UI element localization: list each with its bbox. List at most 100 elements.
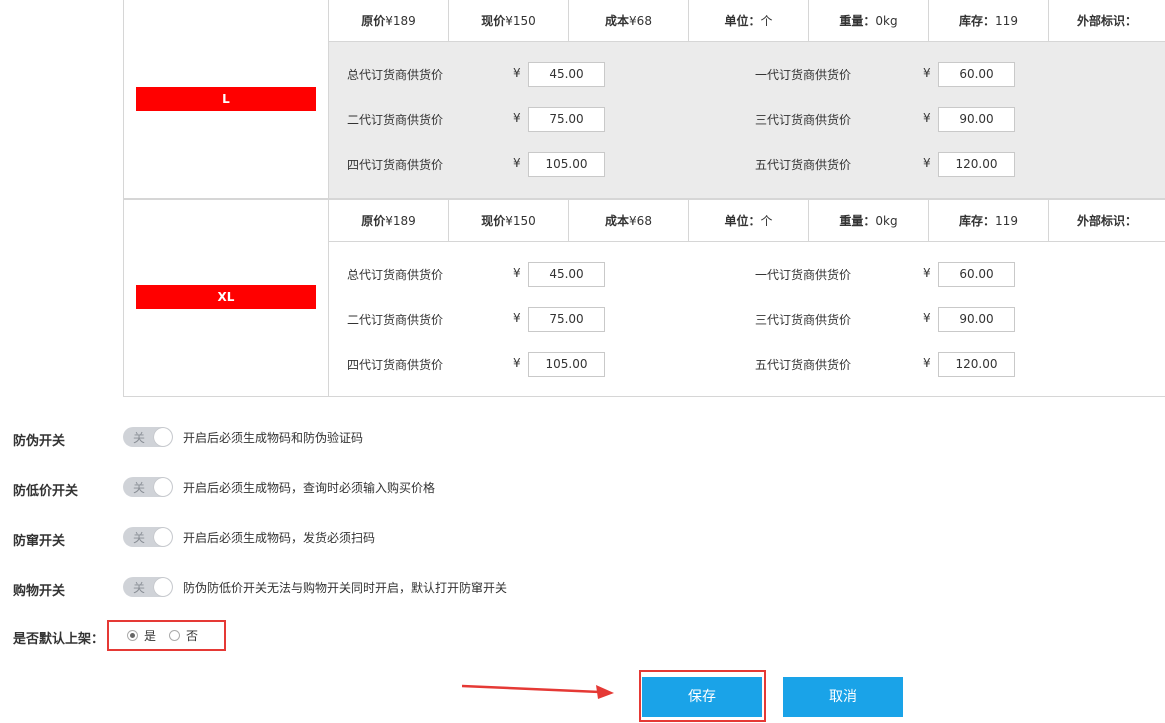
cost-value: ¥68 <box>629 13 652 28</box>
currency-symbol: ¥ <box>513 356 521 370</box>
cost-value: ¥68 <box>629 213 652 228</box>
stock-value: 119 <box>995 213 1018 228</box>
save-button[interactable]: 保存 <box>642 677 762 717</box>
current-price-cell: 现价 ¥150 <box>449 0 569 41</box>
sku-size-cell: XL <box>124 200 329 396</box>
sku-info-row: 原价 ¥189 现价 ¥150 成本 ¥68 单位：个 重量： 0kg 库存： 119 外… <box>329 0 1165 42</box>
switch-label: 购物开关 <box>13 584 66 599</box>
original-price-value: ¥189 <box>385 213 416 228</box>
unit-value: 个 <box>760 14 773 28</box>
original-price-value: ¥189 <box>385 13 416 28</box>
arrow-annotation-icon <box>462 684 614 699</box>
price-input[interactable]: 120.00 <box>938 152 1015 177</box>
current-price-cell: 现价 ¥150 <box>449 200 569 241</box>
stock-label: 库存： <box>959 14 996 28</box>
switch-label: 防窜开关 <box>13 534 66 549</box>
cost-cell: 成本 ¥68 <box>569 0 689 41</box>
currency-symbol: ¥ <box>513 66 521 80</box>
current-price-value: ¥150 <box>505 213 536 228</box>
price-row: 二代订货商供货价 ¥ 75.00 三代订货商供货价 ¥ 90.00 <box>329 307 1165 332</box>
switch-description: 防伪防低价开关无法与购物开关同时开启，默认打开防窜开关 <box>183 581 508 595</box>
radio-no[interactable] <box>169 630 180 641</box>
currency-symbol: ¥ <box>923 111 931 125</box>
toggle-state: 关 <box>133 481 146 495</box>
price-row: 总代订货商供货价 ¥ 45.00 一代订货商供货价 ¥ 60.00 <box>329 262 1165 287</box>
toggle-state: 关 <box>133 431 146 445</box>
price-label: 三代订货商供货价 <box>755 113 852 127</box>
shopping-toggle[interactable]: 关 <box>123 577 173 597</box>
cancel-button[interactable]: 取消 <box>783 677 903 717</box>
price-input[interactable]: 60.00 <box>938 62 1015 87</box>
sku-block-xl: XL 原价 ¥189 现价 ¥150 成本 ¥68 单位：个 重量： 0kg 库存： 11… <box>123 199 1165 397</box>
toggle-knob <box>154 428 172 446</box>
stock-cell: 库存： 119 <box>929 0 1049 41</box>
toggle-state: 关 <box>133 581 146 595</box>
supply-price-area: 总代订货商供货价 ¥ 45.00 一代订货商供货价 ¥ 60.00 二代订货商供… <box>329 42 1165 198</box>
anti-diversion-toggle[interactable]: 关 <box>123 527 173 547</box>
radio-yes[interactable] <box>127 630 138 641</box>
external-id-cell: 外部标识： <box>1049 200 1165 241</box>
price-input[interactable]: 90.00 <box>938 307 1015 332</box>
price-input[interactable]: 75.00 <box>528 107 605 132</box>
unit-label: 单位： <box>724 14 761 28</box>
price-input[interactable]: 105.00 <box>528 352 605 377</box>
switch-description: 开启后必须生成物码和防伪验证码 <box>183 431 364 445</box>
anti-low-price-toggle[interactable]: 关 <box>123 477 173 497</box>
original-price-label: 原价 <box>361 14 386 28</box>
original-price-label: 原价 <box>361 214 386 228</box>
price-input[interactable]: 105.00 <box>528 152 605 177</box>
unit-cell: 单位：个 <box>689 200 809 241</box>
switch-label: 防伪开关 <box>13 434 66 449</box>
toggle-knob <box>154 528 172 546</box>
size-tag: L <box>136 87 316 111</box>
unit-cell: 单位：个 <box>689 0 809 41</box>
price-input[interactable]: 90.00 <box>938 107 1015 132</box>
price-row: 总代订货商供货价 ¥ 45.00 一代订货商供货价 ¥ 60.00 <box>329 62 1165 87</box>
sku-size-cell: L <box>124 0 329 198</box>
currency-symbol: ¥ <box>923 156 931 170</box>
sku-block-l: L 原价 ¥189 现价 ¥150 成本 ¥68 单位：个 重量： 0kg 库存： 119… <box>123 0 1165 199</box>
sku-info-row: 原价 ¥189 现价 ¥150 成本 ¥68 单位：个 重量： 0kg 库存： 119 外… <box>329 200 1165 242</box>
stock-label: 库存： <box>959 214 996 228</box>
price-input[interactable]: 60.00 <box>938 262 1015 287</box>
price-row: 四代订货商供货价 ¥ 105.00 五代订货商供货价 ¥ 120.00 <box>329 152 1165 177</box>
cost-cell: 成本 ¥68 <box>569 200 689 241</box>
price-row: 二代订货商供货价 ¥ 75.00 三代订货商供货价 ¥ 90.00 <box>329 107 1165 132</box>
unit-value: 个 <box>760 214 773 228</box>
stock-value: 119 <box>995 13 1018 28</box>
anti-counterfeit-toggle[interactable]: 关 <box>123 427 173 447</box>
price-label: 二代订货商供货价 <box>347 113 444 127</box>
size-tag: XL <box>136 285 316 309</box>
price-label: 四代订货商供货价 <box>347 158 444 172</box>
price-input[interactable]: 120.00 <box>938 352 1015 377</box>
current-price-value: ¥150 <box>505 13 536 28</box>
switch-description: 开启后必须生成物码，发货必须扫码 <box>183 531 376 545</box>
radio-yes-label[interactable]: 是 <box>144 627 156 644</box>
currency-symbol: ¥ <box>513 156 521 170</box>
toggle-state: 关 <box>133 531 146 545</box>
switch-description: 开启后必须生成物码，查询时必须输入购买价格 <box>183 481 436 495</box>
price-input[interactable]: 45.00 <box>528 62 605 87</box>
price-input[interactable]: 75.00 <box>528 307 605 332</box>
weight-value: 0kg <box>875 13 898 28</box>
price-label: 一代订货商供货价 <box>755 68 852 82</box>
external-id-label: 外部标识： <box>1076 14 1137 28</box>
toggle-knob <box>154 578 172 596</box>
price-label: 五代订货商供货价 <box>755 358 852 372</box>
supply-price-area: 总代订货商供货价 ¥ 45.00 一代订货商供货价 ¥ 60.00 二代订货商供… <box>329 242 1165 396</box>
weight-cell: 重量： 0kg <box>809 200 929 241</box>
radio-no-label[interactable]: 否 <box>186 627 198 644</box>
price-row: 四代订货商供货价 ¥ 105.00 五代订货商供货价 ¥ 120.00 <box>329 352 1165 377</box>
current-price-label: 现价 <box>481 14 506 28</box>
price-input[interactable]: 45.00 <box>528 262 605 287</box>
weight-label: 重量： <box>839 14 876 28</box>
currency-symbol: ¥ <box>513 311 521 325</box>
external-id-label: 外部标识： <box>1076 214 1137 228</box>
weight-label: 重量： <box>839 214 876 228</box>
default-shelf-highlight: 是 否 <box>107 620 226 651</box>
price-label: 二代订货商供货价 <box>347 313 444 327</box>
external-id-cell: 外部标识： <box>1049 0 1165 41</box>
shopping-switch-row: 购物开关 关 防伪防低价开关无法与购物开关同时开启，默认打开防窜开关 <box>0 577 600 601</box>
cost-label: 成本 <box>605 214 630 228</box>
price-label: 总代订货商供货价 <box>347 268 444 282</box>
